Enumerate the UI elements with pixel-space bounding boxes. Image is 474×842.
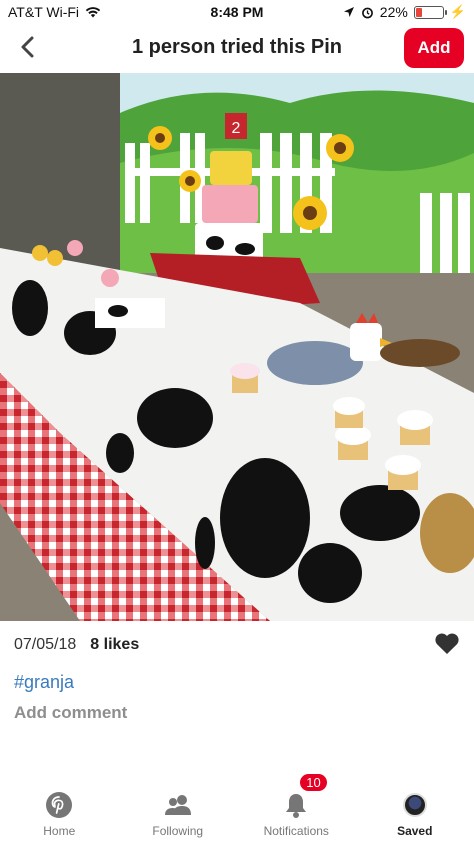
tab-label: Home bbox=[43, 824, 76, 838]
pin-likes[interactable]: 8 likes bbox=[90, 636, 139, 654]
charging-icon: ⚡ bbox=[449, 4, 466, 19]
battery-level bbox=[415, 7, 422, 17]
pin-image[interactable]: 2 bbox=[0, 73, 474, 621]
tab-notifications[interactable]: 10 Notifications bbox=[237, 774, 356, 842]
battery-icon bbox=[413, 5, 447, 19]
header: 1 person tried this Pin Add bbox=[0, 26, 474, 72]
add-button[interactable]: Add bbox=[404, 28, 464, 68]
svg-text:2: 2 bbox=[232, 120, 241, 137]
tab-following[interactable]: Following bbox=[119, 780, 238, 842]
like-button[interactable] bbox=[434, 632, 460, 656]
pin-meta: 07/05/18 8 likes bbox=[14, 636, 139, 654]
tab-label: Saved bbox=[397, 824, 433, 838]
tab-bar: Home Following 10 Notifications Saved bbox=[0, 774, 474, 842]
tab-home[interactable]: Home bbox=[0, 780, 119, 842]
alarm-icon bbox=[361, 7, 373, 18]
hashtag-link[interactable]: #granja bbox=[14, 672, 74, 693]
people-icon bbox=[163, 790, 193, 820]
battery-percent: 22% bbox=[379, 4, 408, 20]
pin-date: 07/05/18 bbox=[14, 636, 77, 653]
page-title: 1 person tried this Pin bbox=[131, 36, 343, 58]
heart-icon bbox=[435, 633, 459, 654]
bell-icon bbox=[281, 790, 311, 820]
status-bar: AT&T Wi-Fi 8:48 PM 22% ⚡ bbox=[0, 0, 474, 24]
notification-badge: 10 bbox=[300, 774, 327, 791]
tab-label: Notifications bbox=[263, 824, 329, 838]
location-arrow-icon bbox=[343, 7, 354, 17]
add-comment-field[interactable]: Add comment bbox=[14, 703, 127, 723]
tab-saved[interactable]: Saved bbox=[356, 780, 474, 842]
avatar bbox=[402, 793, 427, 817]
farm-party-photo: 2 bbox=[0, 73, 474, 621]
tab-label: Following bbox=[152, 824, 204, 838]
pinterest-logo-icon bbox=[44, 790, 74, 820]
